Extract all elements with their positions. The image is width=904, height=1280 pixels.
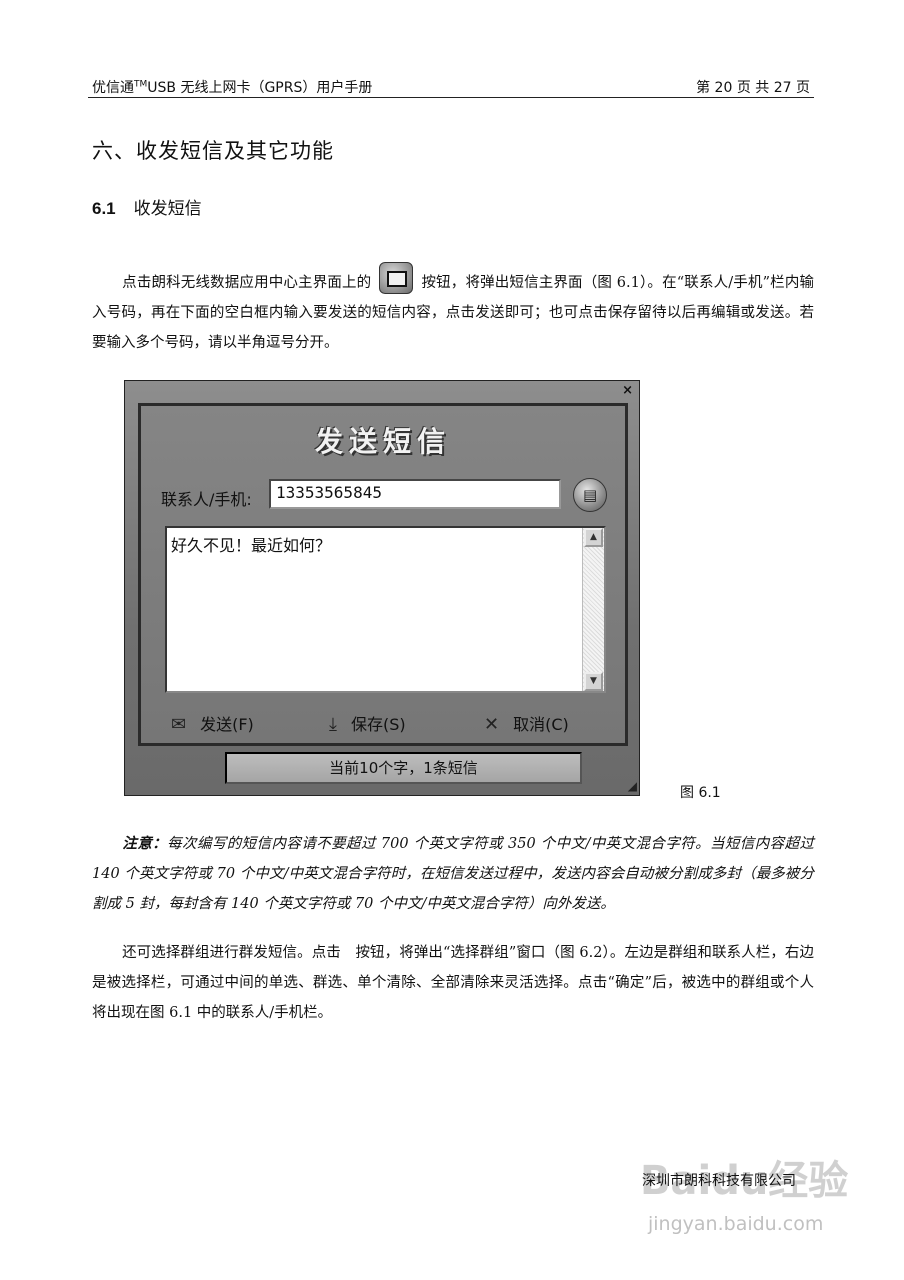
group-sms-paragraph: 还可选择群组进行群发短信。点击 按钮，将弹出“选择群组”窗口（图 6.2）。左边… <box>92 938 814 1028</box>
section-title: 收发短信 <box>133 199 202 219</box>
chapter-title: 六、收发短信及其它功能 <box>92 139 334 163</box>
group-sms-text: 还可选择群组进行群发短信。点击 按钮，将弹出“选择群组”窗口（图 6.2）。左边… <box>92 945 814 1021</box>
address-book-icon: ▤ <box>583 486 598 504</box>
cancel-icon: ✕ <box>484 714 500 735</box>
contact-phone-input[interactable]: 13353565845 <box>269 479 561 509</box>
header-title-prefix: 优信通 <box>92 80 134 96</box>
figure-caption: 图 6.1 <box>680 785 721 801</box>
header-title: 优信通TMUSB 无线上网卡（GPRS）用户手册 <box>92 77 372 97</box>
send-sms-dialog: × 发送短信 联系人/手机: 13353565845 ▤ 好久不见！最近如何？ … <box>124 380 640 796</box>
message-text: 好久不见！最近如何？ <box>171 536 332 555</box>
sms-button-icon <box>379 262 414 294</box>
watermark-url: jingyan.baidu.com <box>648 1213 824 1235</box>
section-heading: 6.1 收发短信 <box>92 194 202 219</box>
send-label: 发送(F) <box>200 715 254 734</box>
cancel-label: 取消(C) <box>513 715 569 734</box>
save-label: 保存(S) <box>350 715 406 734</box>
status-bar: 当前10个字，1条短信 <box>225 752 582 784</box>
close-icon[interactable]: × <box>622 383 633 398</box>
note-paragraph: 注意：每次编写的短信内容请不要超过 700 个英文字符或 350 个中文/中英文… <box>92 829 814 919</box>
footer-company: 深圳市朗科科技有限公司 <box>642 1173 796 1189</box>
resize-grip-icon[interactable]: ◢ <box>628 779 637 793</box>
intro-paragraph: 点击朗科无线数据应用中心主界面上的 按钮，将弹出短信主界面（图 6.1）。在“联系… <box>92 262 814 358</box>
scroll-down-icon[interactable]: ▼ <box>584 672 603 691</box>
cancel-button[interactable]: ✕ 取消(C) <box>484 711 569 735</box>
send-button[interactable]: ✉ 发送(F) <box>171 711 254 735</box>
save-button[interactable]: ⤓ 保存(S) <box>329 711 406 735</box>
header-title-suffix: USB 无线上网卡（GPRS）用户手册 <box>147 80 373 96</box>
trademark-mark: TM <box>134 79 148 90</box>
header-divider <box>88 97 814 98</box>
contact-label: 联系人/手机: <box>161 490 252 509</box>
note-label: 注意： <box>122 835 168 852</box>
dialog-panel: 发送短信 联系人/手机: 13353565845 ▤ 好久不见！最近如何？ ▲ … <box>138 403 628 746</box>
save-icon: ⤓ <box>329 714 337 735</box>
header-page-info: 第 20 页 共 27 页 <box>696 80 810 96</box>
note-text: 每次编写的短信内容请不要超过 700 个英文字符或 350 个中文/中英文混合字… <box>92 836 815 912</box>
address-book-button[interactable]: ▤ <box>573 478 607 512</box>
scroll-up-icon[interactable]: ▲ <box>584 528 603 547</box>
message-scrollbar[interactable]: ▲ ▼ <box>582 528 604 691</box>
intro-text-before-icon: 点击朗科无线数据应用中心主界面上的 <box>122 275 372 291</box>
dialog-title: 发送短信 <box>314 425 451 458</box>
send-icon: ✉ <box>171 714 187 735</box>
section-number: 6.1 <box>92 199 116 218</box>
message-textarea[interactable]: 好久不见！最近如何？ ▲ ▼ <box>165 526 606 693</box>
